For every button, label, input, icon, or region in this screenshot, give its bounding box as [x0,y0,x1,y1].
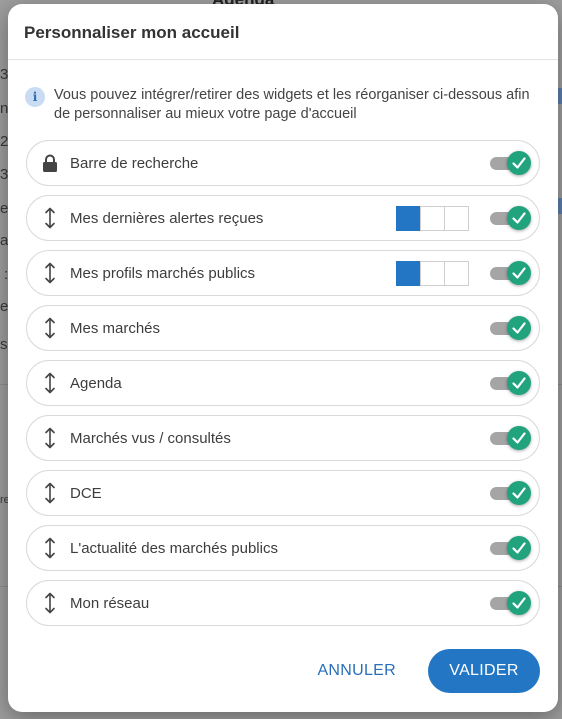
widget-label: Marchés vus / consultés [70,429,231,447]
validate-button[interactable]: VALIDER [428,649,540,693]
customize-home-dialog: Personnaliser mon accueil i Vous pouvez … [8,4,558,712]
widget-label: Mes marchés [70,319,161,337]
widget-row[interactable]: Marchés vus / consultés [26,415,540,461]
widget-row[interactable]: Mes profils marchés publics [26,250,540,296]
drag-handle-icon[interactable] [40,592,60,614]
drag-handle-icon[interactable] [40,482,60,504]
widget-row[interactable]: Mon réseau [26,580,540,626]
widget-size-selector [396,206,469,231]
dialog-footer: ANNULER VALIDER [317,649,540,693]
cancel-button[interactable]: ANNULER [317,662,396,680]
widget-toggle[interactable] [490,205,532,231]
drag-handle-icon[interactable] [40,262,60,284]
check-icon [507,481,531,505]
check-icon [507,261,531,285]
widget-label: Mes profils marchés publics [70,264,256,282]
check-icon [507,591,531,615]
widget-row[interactable]: DCE [26,470,540,516]
size-option-3[interactable] [444,261,469,286]
backdrop-fragment: s [0,336,8,353]
size-option-1[interactable] [396,206,421,231]
check-icon [507,371,531,395]
dialog-header: Personnaliser mon accueil [8,4,558,60]
widget-toggle[interactable] [490,535,532,561]
info-icon: i [25,87,45,107]
info-text: Vous pouvez intégrer/retirer des widgets… [54,87,530,122]
widget-row[interactable]: Mes dernières alertes reçues [26,195,540,241]
size-option-3[interactable] [444,206,469,231]
drag-handle-icon[interactable] [40,372,60,394]
widget-toggle[interactable] [490,150,532,176]
widget-toggle[interactable] [490,425,532,451]
drag-handle-icon[interactable] [40,537,60,559]
widget-row[interactable]: Agenda [26,360,540,406]
widget-size-selector [396,261,469,286]
lock-icon [40,153,60,173]
size-option-2[interactable] [420,261,445,286]
widget-row[interactable]: L'actualité des marchés publics [26,525,540,571]
check-icon [507,151,531,175]
check-icon [507,206,531,230]
widget-label: DCE [70,484,102,502]
info-message: i Vous pouvez intégrer/retirer des widge… [8,60,558,124]
widget-label: Mes dernières alertes reçues [70,209,264,227]
drag-handle-icon[interactable] [40,427,60,449]
dialog-title: Personnaliser mon accueil [24,23,240,42]
widget-row[interactable]: Barre de recherche [26,140,540,186]
check-icon [507,536,531,560]
size-option-1[interactable] [396,261,421,286]
widget-toggle[interactable] [490,370,532,396]
widget-label: Agenda [70,374,122,392]
size-option-2[interactable] [420,206,445,231]
widget-toggle[interactable] [490,590,532,616]
check-icon [507,316,531,340]
widget-list: Barre de recherche Mes dernières alertes … [8,140,558,626]
widget-label: Mon réseau [70,594,150,612]
widget-toggle[interactable] [490,315,532,341]
widget-row[interactable]: Mes marchés [26,305,540,351]
check-icon [507,426,531,450]
widget-toggle[interactable] [490,480,532,506]
widget-toggle[interactable] [490,260,532,286]
drag-handle-icon[interactable] [40,207,60,229]
drag-handle-icon[interactable] [40,317,60,339]
widget-label: L'actualité des marchés publics [70,539,278,557]
widget-label: Barre de recherche [70,154,199,172]
